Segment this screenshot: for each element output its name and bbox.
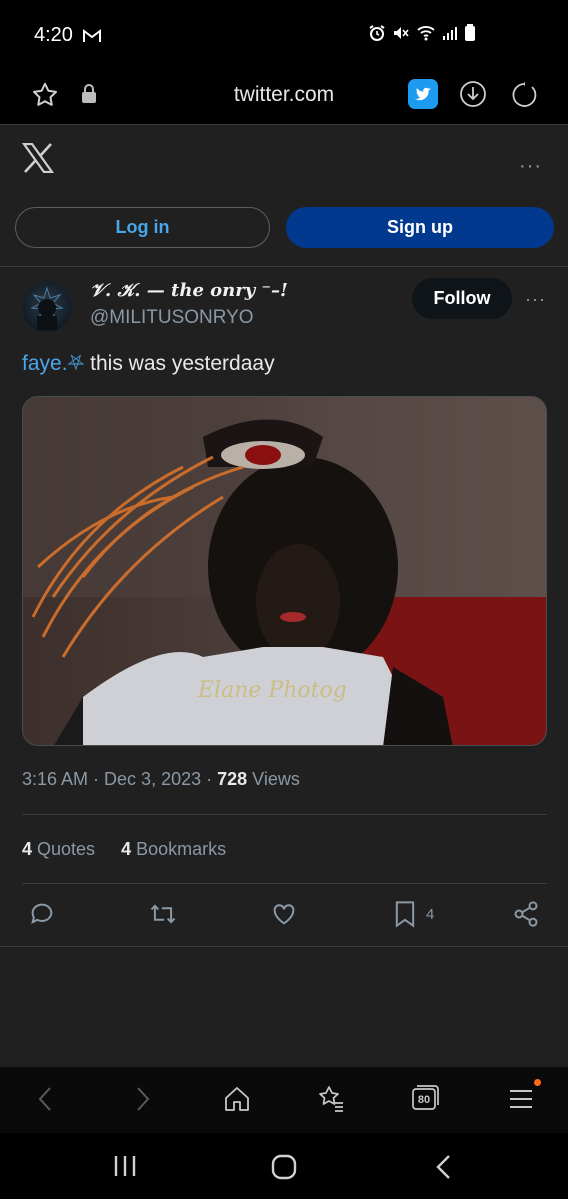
tweet-media-image[interactable]: Elane Photog (22, 396, 547, 746)
meta-separator: · (201, 769, 218, 789)
browser-url-bar: twitter.com (0, 70, 568, 125)
browser-toolbar: 80 (0, 1067, 568, 1133)
tweet-text-link[interactable]: faye.⛧ (22, 352, 84, 375)
tweet-time[interactable]: 3:16 AM (22, 769, 88, 789)
quotes-stat[interactable]: 4 Quotes (22, 839, 95, 860)
like-heart-icon[interactable] (270, 900, 298, 933)
more-options-icon[interactable]: ··· (519, 155, 542, 178)
status-bar: 4:20 (0, 0, 568, 70)
reload-icon[interactable] (510, 79, 540, 114)
retweet-icon[interactable] (148, 900, 178, 933)
bookmarks-label: Bookmarks (131, 839, 227, 859)
download-icon[interactable] (458, 79, 488, 114)
tweet-stats: 4 Quotes 4 Bookmarks (22, 839, 226, 860)
tweet-meta: 3:16 AM · Dec 3, 2023 · 728 Views (22, 769, 300, 790)
tweet-more-icon[interactable]: ··· (525, 289, 546, 310)
bookmark-icon[interactable] (392, 900, 418, 933)
twitter-app-icon[interactable] (408, 79, 438, 114)
tab-count: 80 (417, 1094, 431, 1106)
battery-icon (464, 24, 476, 42)
tweet-page: ··· Log in Sign up 𝒱. 𝒦. — the onry ⁻–! … (0, 125, 568, 1067)
signup-button[interactable]: Sign up (286, 207, 554, 248)
status-time: 4:20 (34, 24, 73, 46)
alarm-icon (368, 24, 386, 42)
home-icon[interactable] (222, 1084, 252, 1119)
x-logo-icon[interactable] (21, 142, 55, 178)
user-handle[interactable]: @MILITUSONRYO (90, 307, 254, 329)
bookmarks-stat[interactable]: 4 Bookmarks (121, 839, 226, 860)
tweet-date[interactable]: Dec 3, 2023 (104, 769, 201, 789)
divider (22, 814, 547, 815)
bookmark-action-count: 4 (426, 906, 435, 923)
display-name[interactable]: 𝒱. 𝒦. — the onry ⁻–! (90, 280, 288, 301)
bookmarks-count: 4 (121, 839, 132, 859)
meta-separator: · (88, 769, 105, 789)
back-button-icon[interactable] (432, 1153, 456, 1186)
signal-icon (442, 25, 458, 41)
back-icon[interactable] (34, 1084, 58, 1119)
reply-icon[interactable] (28, 900, 56, 933)
home-button-icon[interactable] (270, 1153, 298, 1186)
views-label: Views (247, 769, 300, 789)
gmail-icon (82, 28, 102, 49)
divider (0, 946, 568, 947)
recent-apps-icon[interactable] (112, 1153, 138, 1184)
wifi-icon (416, 24, 436, 42)
bookmarks-star-icon[interactable] (316, 1084, 346, 1119)
status-icons (368, 24, 476, 42)
follow-button[interactable]: Follow (412, 278, 512, 319)
tweet-text-body: this was yesterdaay (84, 352, 275, 375)
menu-icon[interactable] (508, 1084, 534, 1119)
quotes-count: 4 (22, 839, 33, 859)
divider (0, 266, 568, 267)
system-nav-bar (0, 1133, 568, 1199)
share-icon[interactable] (512, 900, 540, 933)
divider (22, 883, 547, 884)
notification-dot (534, 1079, 541, 1086)
mute-icon (392, 24, 410, 42)
quotes-label: Quotes (32, 839, 96, 859)
forward-icon[interactable] (130, 1084, 154, 1119)
avatar[interactable] (22, 282, 72, 332)
login-button[interactable]: Log in (15, 207, 270, 248)
tweet-text: faye.⛧ this was yesterdaay (22, 352, 275, 376)
media-watermark: Elane Photog (197, 678, 347, 703)
views-count: 728 (217, 769, 248, 789)
